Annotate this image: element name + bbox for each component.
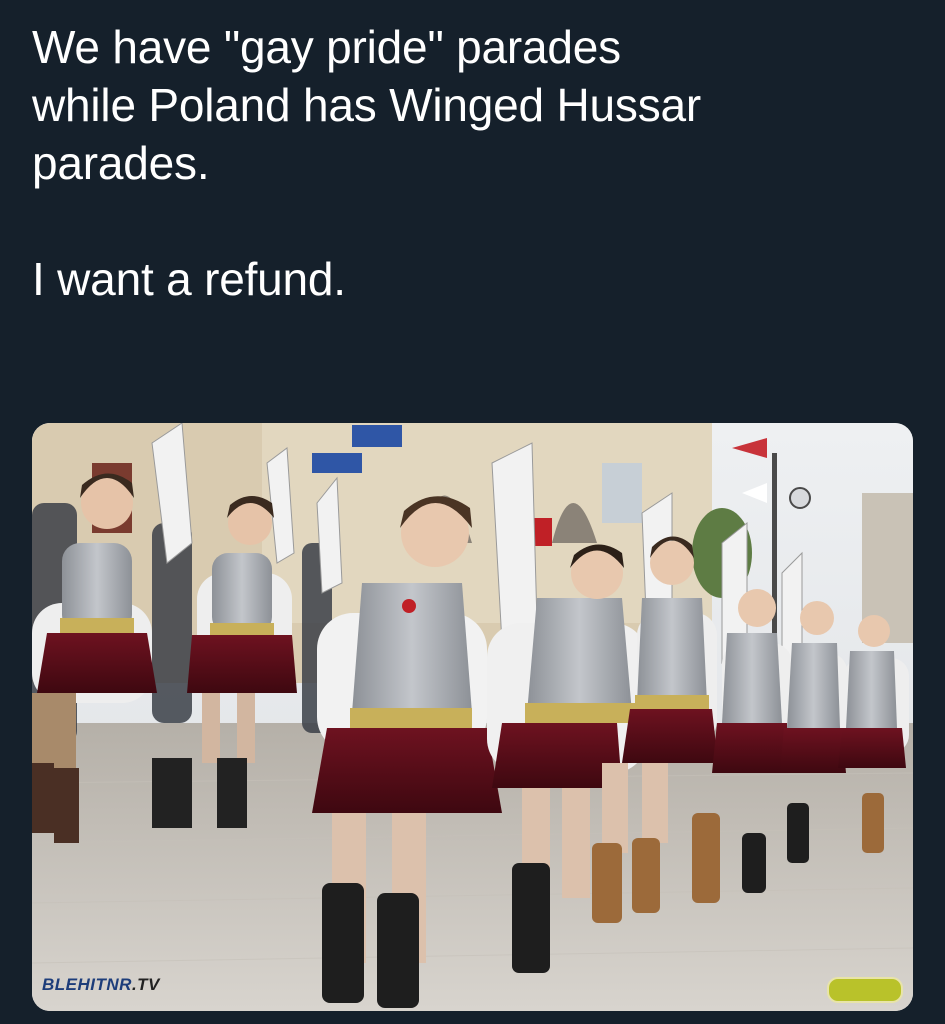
parade-photo-illustration (32, 423, 913, 1011)
tweet-line-2: while Poland has Winged Hussar (32, 79, 702, 131)
tweet-photo[interactable]: BLEHITNR.TV (32, 423, 913, 1011)
watermark: BLEHITNR.TV (42, 975, 160, 995)
watermark-brand: BLEHITNR (42, 975, 132, 994)
corner-badge-logo (827, 977, 903, 1003)
tweet-text: We have "gay pride" parades while Poland… (32, 18, 912, 308)
tweet-line-1: We have "gay pride" parades (32, 21, 621, 73)
tweet-line-3: parades. (32, 137, 210, 189)
tweet-line-4: I want a refund. (32, 253, 346, 305)
watermark-suffix: .TV (131, 975, 160, 994)
